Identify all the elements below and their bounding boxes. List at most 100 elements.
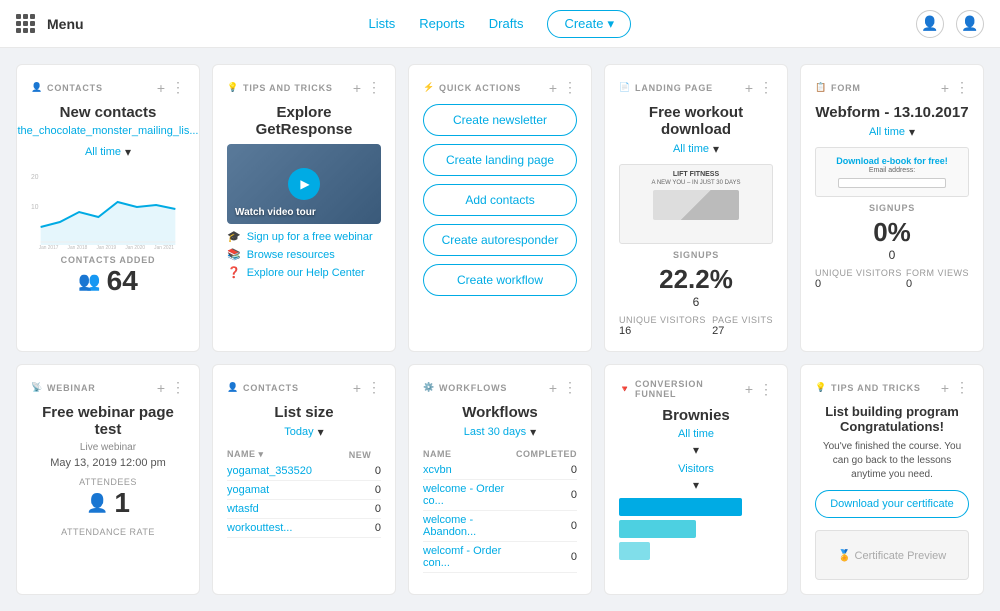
play-button[interactable] — [288, 168, 320, 200]
contacts-time-label[interactable]: All time — [85, 146, 121, 158]
tips2-subtitle: Congratulations! — [815, 419, 969, 434]
dashboard: 👤 CONTACTS + ⋮ New contacts the_chocolat… — [0, 48, 1000, 611]
cf-header: 🔻 CONVERSION FUNNEL + ⋮ — [619, 379, 773, 399]
row-2: 📡 WEBINAR + ⋮ Free webinar page test Liv… — [16, 364, 984, 595]
cf-more-btn[interactable]: ⋮ — [759, 381, 773, 398]
ls-add-btn[interactable]: + — [353, 380, 361, 396]
contacts-actions: + ⋮ — [157, 79, 185, 96]
wflows-filter[interactable]: Last 30 days — [464, 426, 526, 438]
lp-add-btn[interactable]: + — [745, 80, 753, 96]
qa-more-btn[interactable]: ⋮ — [563, 79, 577, 96]
lp-more-btn[interactable]: ⋮ — [759, 79, 773, 96]
avatar-person[interactable]: 👤 — [916, 10, 944, 38]
qa-label: ⚡ QUICK ACTIONS — [423, 82, 521, 93]
svg-text:10: 10 — [31, 204, 39, 211]
lp-title: Free workout download — [619, 104, 773, 138]
webinar-label: 📡 WEBINAR — [31, 382, 96, 393]
tips2-add-btn[interactable]: + — [941, 380, 949, 396]
create-newsletter-btn[interactable]: Create newsletter — [423, 104, 577, 136]
cf-bar-1 — [619, 498, 742, 516]
lp-filter[interactable]: All time — [673, 143, 709, 155]
grid-icon[interactable] — [16, 14, 35, 33]
create-autoresponder-btn[interactable]: Create autoresponder — [423, 224, 577, 256]
contacts-more-btn[interactable]: ⋮ — [171, 79, 185, 96]
create-workflow-btn[interactable]: Create workflow — [423, 264, 577, 296]
contacts-count: 👥 64 — [31, 265, 185, 297]
wf-title: Webform - 13.10.2017 — [815, 104, 969, 121]
contacts-add-btn[interactable]: + — [157, 80, 165, 96]
wf-name[interactable]: welcome - Order co... — [423, 483, 504, 507]
workflows-card: ⚙️ WORKFLOWS + ⋮ Workflows Last 30 days … — [408, 364, 592, 595]
wf-more-btn[interactable]: ⋮ — [955, 79, 969, 96]
qa-add-btn[interactable]: + — [549, 80, 557, 96]
video-thumbnail[interactable]: Watch video tour — [227, 144, 381, 224]
lp-filter-row: All time ▾ — [619, 142, 773, 156]
wf-name[interactable]: welcomf - Order con... — [423, 545, 501, 569]
wf-preview-input — [838, 178, 947, 188]
explore-more-btn[interactable]: ⋮ — [367, 79, 381, 96]
webinar-icon: 🎓 — [227, 230, 241, 243]
cf-bar-row-3 — [619, 542, 773, 560]
workflow-item: welcome - Abandon... 0 — [423, 511, 577, 542]
lp-preview-title: LIFT FITNESS — [673, 171, 719, 178]
list-name[interactable]: wtasfd — [227, 503, 259, 515]
cf-add-btn[interactable]: + — [745, 381, 753, 397]
list-item: yogamat_3535200 — [227, 462, 381, 481]
lightbulb2-icon: 💡 — [815, 382, 827, 393]
webinar-header: 📡 WEBINAR + ⋮ — [31, 379, 185, 396]
webinar-more-btn[interactable]: ⋮ — [171, 379, 185, 396]
wf-name[interactable]: xcvbn — [423, 464, 452, 476]
tips2-more-btn[interactable]: ⋮ — [955, 379, 969, 396]
wflows-more-btn[interactable]: ⋮ — [563, 379, 577, 396]
nav-drafts[interactable]: Drafts — [489, 16, 524, 31]
ls-actions: + ⋮ — [353, 379, 381, 396]
cf-filter2[interactable]: Visitors — [678, 463, 714, 475]
wf-preview: Download e-book for free! Email address: — [815, 147, 969, 197]
lp-label: 📄 LANDING PAGE — [619, 82, 713, 93]
wflows-add-btn[interactable]: + — [549, 380, 557, 396]
tips2-actions: + ⋮ — [941, 379, 969, 396]
svg-text:Jan 2018: Jan 2018 — [68, 245, 88, 251]
nav-lists[interactable]: Lists — [369, 16, 396, 31]
explore-link-webinar[interactable]: 🎓 Sign up for a free webinar — [227, 230, 381, 243]
list-col-name[interactable]: NAME ▾ — [227, 447, 349, 462]
list-value: 0 — [349, 519, 381, 538]
wf-preview-sub: Email address: — [824, 167, 960, 174]
wf-add-btn[interactable]: + — [941, 80, 949, 96]
webinar-title: Free webinar page test — [31, 404, 185, 438]
tips2-body: You've finished the course. You can go b… — [815, 440, 969, 482]
explore-label: 💡 TIPS AND TRICKS — [227, 82, 333, 93]
list-item: workouttest... 0 — [227, 519, 381, 538]
list-name[interactable]: workouttest... — [227, 522, 292, 534]
list-name[interactable]: yogamat — [227, 484, 269, 496]
contacts-card-header: 👤 CONTACTS + ⋮ — [31, 79, 185, 96]
add-contacts-btn[interactable]: Add contacts — [423, 184, 577, 216]
svg-text:Jan 2020: Jan 2020 — [125, 245, 145, 251]
nav-reports[interactable]: Reports — [419, 16, 465, 31]
download-cert-btn[interactable]: Download your certificate — [815, 490, 969, 518]
ls-more-btn[interactable]: ⋮ — [367, 379, 381, 396]
lp-signups-label: SIGNUPS — [619, 250, 773, 260]
wf-filter[interactable]: All time — [869, 126, 905, 138]
wf-completed: 0 — [516, 542, 577, 573]
webinar-add-btn[interactable]: + — [157, 380, 165, 396]
qa-actions: + ⋮ — [549, 79, 577, 96]
menu-label: Menu — [47, 16, 84, 32]
explore-link-resources[interactable]: 📚 Browse resources — [227, 248, 381, 261]
contacts-link[interactable]: the_chocolate_monster_mailing_lis... — [18, 125, 199, 137]
explore-add-btn[interactable]: + — [353, 80, 361, 96]
ls-filter[interactable]: Today — [284, 426, 313, 438]
create-landing-page-btn[interactable]: Create landing page — [423, 144, 577, 176]
create-button[interactable]: Create ▾ — [547, 10, 631, 38]
svg-text:Jan 2017: Jan 2017 — [39, 245, 59, 251]
list-name[interactable]: yogamat_353520 — [227, 465, 312, 477]
lp-page-visits: PAGE VISITS 27 — [712, 315, 773, 337]
wf-completed: 0 — [516, 511, 577, 542]
webinar-actions: + ⋮ — [157, 379, 185, 396]
cf-filter1[interactable]: All time — [678, 428, 714, 440]
wf-completed: 0 — [516, 480, 577, 511]
explore-link-help[interactable]: ❓ Explore our Help Center — [227, 266, 381, 279]
avatar-settings[interactable]: 👤 — [956, 10, 984, 38]
webinar-type: Live webinar — [31, 442, 185, 453]
wf-name[interactable]: welcome - Abandon... — [423, 514, 476, 538]
